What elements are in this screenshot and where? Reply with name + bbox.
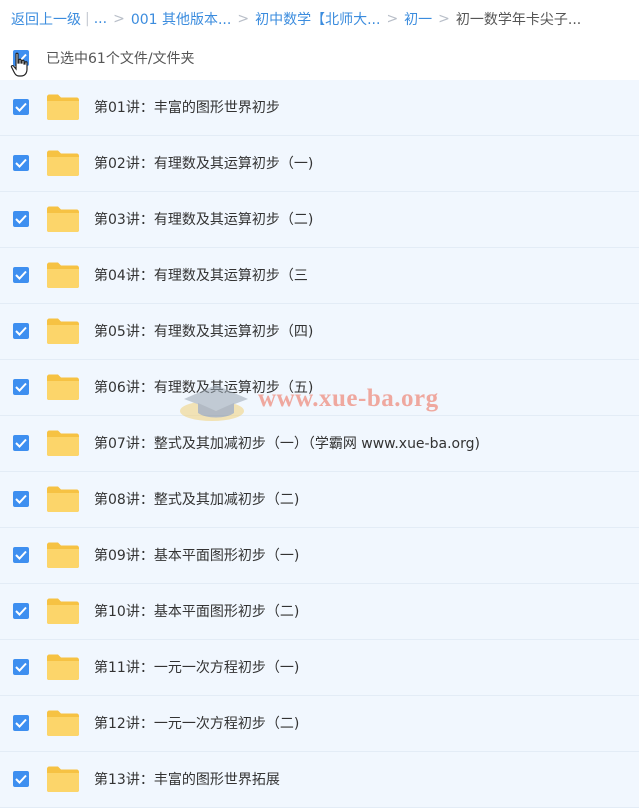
file-name[interactable]: 第11讲：一元一次方程初步（一) [94,658,299,678]
file-checkbox[interactable] [13,715,29,731]
file-row[interactable]: 第04讲：有理数及其运算初步（三 [0,248,639,304]
file-name[interactable]: 第02讲：有理数及其运算初步（一) [94,154,313,174]
file-row[interactable]: 第10讲：基本平面图形初步（二) [0,584,639,640]
file-name[interactable]: 第06讲：有理数及其运算初步（五) [94,378,313,398]
folder-icon [47,486,79,512]
file-name[interactable]: 第10讲：基本平面图形初步（二) [94,602,299,622]
folder-icon [47,94,79,120]
file-name[interactable]: 第05讲：有理数及其运算初步（四) [94,322,313,342]
folder-icon [47,206,79,232]
file-name[interactable]: 第13讲：丰富的图形世界拓展 [94,770,280,790]
checkmark-icon [15,214,27,224]
file-row[interactable]: 第12讲：一元一次方程初步（二) [0,696,639,752]
selection-count-text: 已选中61个文件/文件夹 [46,51,195,67]
file-checkbox[interactable] [13,771,29,787]
checkmark-icon [15,102,27,112]
checkmark-icon [15,774,27,784]
breadcrumb-item-1[interactable]: 001 其他版本... [131,9,232,29]
folder-icon [47,374,79,400]
breadcrumb-item-2[interactable]: 初中数学【北师大... [255,9,380,29]
checkmark-icon [15,606,27,616]
file-row[interactable]: 第13讲：丰富的图形世界拓展 [0,752,639,808]
file-checkbox[interactable] [13,99,29,115]
folder-icon [47,654,79,680]
file-row[interactable]: 第05讲：有理数及其运算初步（四) [0,304,639,360]
breadcrumb-separator: > [438,11,450,27]
file-checkbox[interactable] [13,547,29,563]
file-row[interactable]: 第09讲：基本平面图形初步（一) [0,528,639,584]
file-row[interactable]: 第11讲：一元一次方程初步（一) [0,640,639,696]
folder-icon [47,150,79,176]
file-row[interactable]: 第03讲：有理数及其运算初步（二) [0,192,639,248]
file-name[interactable]: 第01讲：丰富的图形世界初步 [94,98,280,118]
file-checkbox[interactable] [13,267,29,283]
file-row[interactable]: 第01讲：丰富的图形世界初步 [0,80,639,136]
file-list: 第01讲：丰富的图形世界初步第02讲：有理数及其运算初步（一) 第03讲：有理数及… [0,80,639,808]
file-checkbox[interactable] [13,603,29,619]
folder-icon [47,598,79,624]
selection-bar: 已选中61个文件/文件夹 [0,38,639,80]
breadcrumb-divider: | [85,11,90,27]
breadcrumb-separator: > [113,11,125,27]
folder-icon [47,766,79,792]
checkmark-icon [15,550,27,560]
file-checkbox[interactable] [13,379,29,395]
checkmark-icon [15,662,27,672]
checkmark-icon [15,158,27,168]
file-name[interactable]: 第09讲：基本平面图形初步（一) [94,546,299,566]
file-name[interactable]: 第08讲：整式及其加减初步（二) [94,490,299,510]
file-name[interactable]: 第04讲：有理数及其运算初步（三 [94,266,308,286]
file-checkbox[interactable] [13,435,29,451]
folder-icon [47,262,79,288]
checkmark-icon [15,438,27,448]
folder-icon [47,430,79,456]
breadcrumb: 返回上一级 | ... > 001 其他版本... > 初中数学【北师大... … [0,0,639,38]
breadcrumb-current: 初一数学年卡尖子... [455,12,582,28]
file-row[interactable]: 第06讲：有理数及其运算初步（五) [0,360,639,416]
breadcrumb-separator: > [386,11,399,27]
file-name[interactable]: 第12讲：一元一次方程初步（二) [94,714,299,734]
checkmark-icon [15,718,27,728]
folder-icon [47,318,79,344]
checkmark-icon [15,494,27,504]
breadcrumb-separator: > [237,11,250,27]
file-name[interactable]: 第03讲：有理数及其运算初步（二) [94,210,313,230]
breadcrumb-item-3[interactable]: 初一 [404,9,432,29]
file-checkbox[interactable] [13,155,29,171]
file-row[interactable]: 第07讲：整式及其加减初步（一）（学霸网 www.xue-ba.org) [0,416,639,472]
file-checkbox[interactable] [13,659,29,675]
folder-icon [47,710,79,736]
checkmark-icon [15,270,27,280]
back-link[interactable]: 返回上一级 [11,9,81,29]
checkmark-icon [15,326,27,336]
file-name[interactable]: 第07讲：整式及其加减初步（一）（学霸网 www.xue-ba.org) [94,434,480,454]
checkmark-icon [15,382,27,392]
file-checkbox[interactable] [13,323,29,339]
file-checkbox[interactable] [13,491,29,507]
file-row[interactable]: 第02讲：有理数及其运算初步（一) [0,136,639,192]
folder-icon [47,542,79,568]
file-row[interactable]: 第08讲：整式及其加减初步（二) [0,472,639,528]
file-checkbox[interactable] [13,211,29,227]
breadcrumb-ellipsis[interactable]: ... [94,11,107,27]
hand-cursor-icon [10,52,28,77]
